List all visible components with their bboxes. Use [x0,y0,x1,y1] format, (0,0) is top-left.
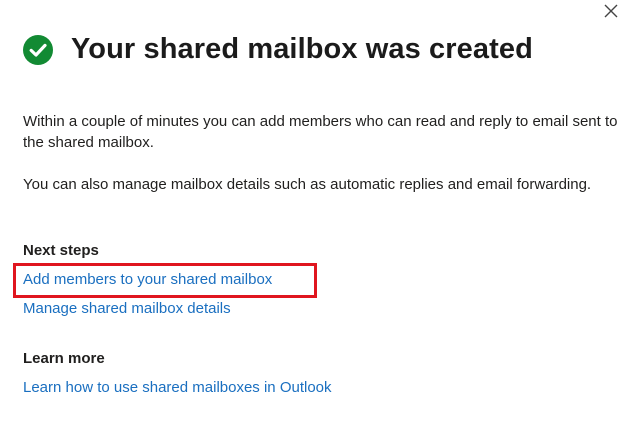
learn-shared-mailboxes-link[interactable]: Learn how to use shared mailboxes in Out… [23,379,332,396]
learn-more-heading: Learn more [23,350,105,367]
close-button[interactable] [600,0,622,22]
manage-paragraph: You can also manage mailbox details such… [23,176,592,193]
checkmark-circle-icon [23,34,53,65]
page-title: Your shared mailbox was created [71,33,533,65]
intro-paragraph: Within a couple of minutes you can add m… [23,113,618,151]
manage-mailbox-details-link[interactable]: Manage shared mailbox details [23,300,231,317]
shared-mailbox-created-panel: Your shared mailbox was created Within a… [0,0,642,421]
next-steps-heading: Next steps [23,242,99,259]
panel-header: Your shared mailbox was created [23,33,533,66]
close-icon [604,4,618,18]
add-members-link[interactable]: Add members to your shared mailbox [23,271,272,288]
